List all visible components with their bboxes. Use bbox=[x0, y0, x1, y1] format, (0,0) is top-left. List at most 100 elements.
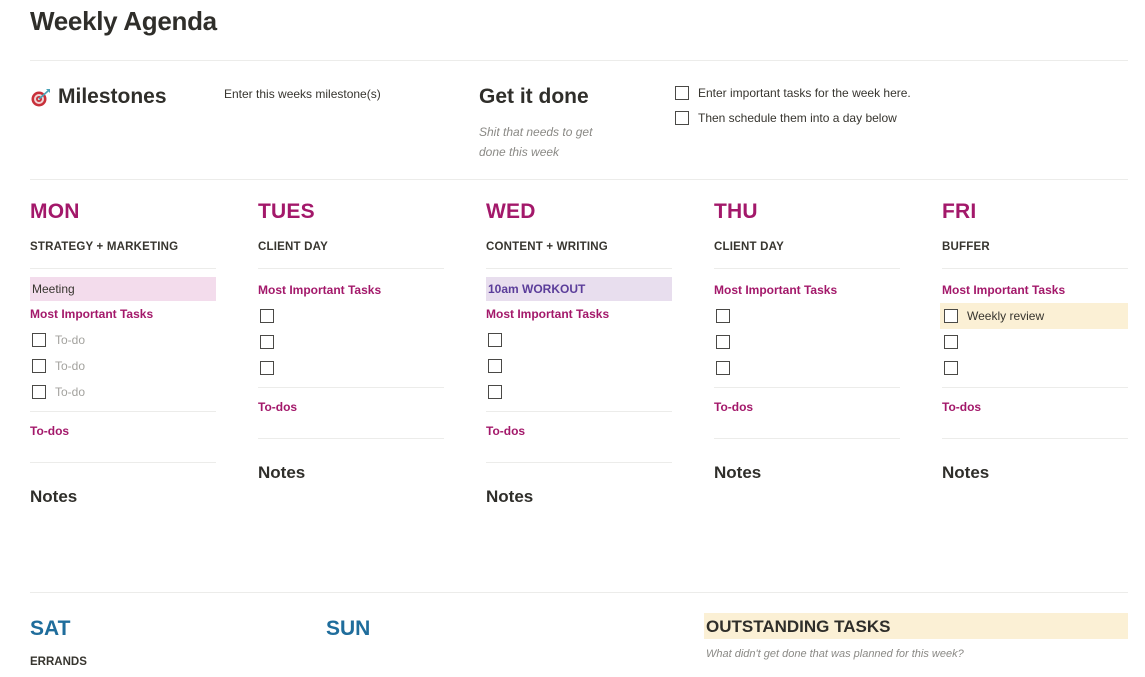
outstanding-tasks-subtitle: What didn't get done that was planned fo… bbox=[706, 648, 964, 660]
todo-item[interactable] bbox=[486, 353, 672, 379]
get-it-done-title: Get it done bbox=[479, 85, 589, 108]
day-column-wed: WED CONTENT + WRITING 10am WORKOUT Most … bbox=[486, 200, 672, 507]
milestones-title: Milestones bbox=[58, 85, 167, 108]
todo-item[interactable] bbox=[714, 303, 900, 329]
todo-item[interactable] bbox=[486, 379, 672, 405]
task-label[interactable]: Enter important tasks for the week here. bbox=[698, 86, 911, 100]
notes-heading: Notes bbox=[942, 463, 990, 482]
divider bbox=[486, 462, 672, 463]
day-name: THU bbox=[714, 200, 758, 223]
checkbox[interactable] bbox=[260, 335, 274, 349]
todo-item[interactable] bbox=[486, 327, 672, 353]
divider bbox=[942, 387, 1128, 388]
highlight-block[interactable]: Meeting bbox=[30, 277, 216, 301]
todo-item[interactable] bbox=[258, 355, 444, 381]
day-theme: CLIENT DAY bbox=[258, 241, 328, 253]
page-title: Weekly Agenda bbox=[30, 6, 217, 36]
day-column-fri: FRI BUFFER Most Important Tasks Weekly r… bbox=[940, 200, 1128, 483]
todos-label: To-dos bbox=[258, 400, 298, 414]
todo-item[interactable] bbox=[258, 303, 444, 329]
checkbox[interactable] bbox=[488, 333, 502, 347]
todo-item[interactable] bbox=[714, 355, 900, 381]
todo-item[interactable]: To-do bbox=[30, 379, 216, 405]
divider bbox=[30, 179, 1128, 180]
milestones-heading: Milestones bbox=[30, 85, 167, 109]
checkbox[interactable] bbox=[944, 361, 958, 375]
day-column-thu: THU CLIENT DAY Most Important Tasks To-d… bbox=[714, 200, 900, 483]
checkbox[interactable] bbox=[32, 385, 46, 399]
day-name-sun: SUN bbox=[326, 617, 371, 640]
weekly-task-item[interactable]: Then schedule them into a day below bbox=[675, 111, 897, 125]
most-important-tasks-label: Most Important Tasks bbox=[30, 307, 154, 321]
divider bbox=[942, 268, 1128, 269]
day-name: TUES bbox=[258, 200, 315, 223]
divider bbox=[258, 438, 444, 439]
checkbox[interactable] bbox=[716, 309, 730, 323]
divider bbox=[942, 438, 1128, 439]
todo-label[interactable]: Weekly review bbox=[967, 309, 1044, 323]
task-label[interactable]: Then schedule them into a day below bbox=[698, 111, 897, 125]
day-column-tues: TUES CLIENT DAY Most Important Tasks To-… bbox=[258, 200, 444, 483]
checkbox[interactable] bbox=[260, 309, 274, 323]
day-theme: BUFFER bbox=[942, 241, 990, 253]
divider bbox=[714, 387, 900, 388]
divider bbox=[714, 438, 900, 439]
divider bbox=[30, 268, 216, 269]
checkbox[interactable] bbox=[716, 335, 730, 349]
todo-placeholder[interactable]: To-do bbox=[55, 385, 85, 399]
divider bbox=[714, 268, 900, 269]
todos-label: To-dos bbox=[714, 400, 754, 414]
divider bbox=[30, 462, 216, 463]
most-important-tasks-label: Most Important Tasks bbox=[486, 307, 610, 321]
notes-heading: Notes bbox=[714, 463, 762, 482]
todo-item[interactable]: To-do bbox=[30, 353, 216, 379]
checkbox[interactable] bbox=[675, 86, 689, 100]
day-name: MON bbox=[30, 200, 80, 223]
notes-heading: Notes bbox=[30, 487, 78, 506]
day-theme: CONTENT + WRITING bbox=[486, 241, 608, 253]
day-theme: CLIENT DAY bbox=[714, 241, 784, 253]
checkbox[interactable] bbox=[32, 359, 46, 373]
checkbox[interactable] bbox=[488, 385, 502, 399]
day-theme-sat: ERRANDS bbox=[30, 656, 87, 668]
checkbox[interactable] bbox=[716, 361, 730, 375]
checkbox[interactable] bbox=[944, 335, 958, 349]
get-it-done-subtitle: Shit that needs to get done this week bbox=[479, 125, 593, 159]
target-dart-icon bbox=[30, 86, 52, 108]
todos-label: To-dos bbox=[30, 424, 70, 438]
checkbox[interactable] bbox=[260, 361, 274, 375]
divider bbox=[30, 592, 1128, 593]
day-name: FRI bbox=[942, 200, 977, 223]
todo-item[interactable] bbox=[942, 329, 1128, 355]
todo-item[interactable] bbox=[714, 329, 900, 355]
notes-heading: Notes bbox=[486, 487, 534, 506]
outstanding-tasks-title: OUTSTANDING TASKS bbox=[706, 617, 891, 636]
todo-item[interactable]: Weekly review bbox=[940, 303, 1128, 329]
highlight-block[interactable]: 10am WORKOUT bbox=[486, 277, 672, 301]
divider bbox=[486, 411, 672, 412]
divider bbox=[30, 60, 1128, 61]
day-name-sat: SAT bbox=[30, 617, 71, 640]
notes-heading: Notes bbox=[258, 463, 306, 482]
todo-item[interactable] bbox=[942, 355, 1128, 381]
divider bbox=[258, 268, 444, 269]
most-important-tasks-label: Most Important Tasks bbox=[942, 283, 1066, 297]
day-name: WED bbox=[486, 200, 536, 223]
divider bbox=[486, 268, 672, 269]
todos-label: To-dos bbox=[486, 424, 526, 438]
checkbox[interactable] bbox=[944, 309, 958, 323]
todo-item[interactable]: To-do bbox=[30, 327, 216, 353]
divider bbox=[30, 411, 216, 412]
todo-placeholder[interactable]: To-do bbox=[55, 359, 85, 373]
todo-placeholder[interactable]: To-do bbox=[55, 333, 85, 347]
milestone-input[interactable]: Enter this weeks milestone(s) bbox=[224, 87, 381, 101]
checkbox[interactable] bbox=[675, 111, 689, 125]
checkbox[interactable] bbox=[488, 359, 502, 373]
todo-item[interactable] bbox=[258, 329, 444, 355]
weekly-task-item[interactable]: Enter important tasks for the week here. bbox=[675, 86, 911, 100]
todos-label: To-dos bbox=[942, 400, 982, 414]
day-theme: STRATEGY + MARKETING bbox=[30, 241, 179, 253]
most-important-tasks-label: Most Important Tasks bbox=[714, 283, 838, 297]
most-important-tasks-label: Most Important Tasks bbox=[258, 283, 382, 297]
checkbox[interactable] bbox=[32, 333, 46, 347]
